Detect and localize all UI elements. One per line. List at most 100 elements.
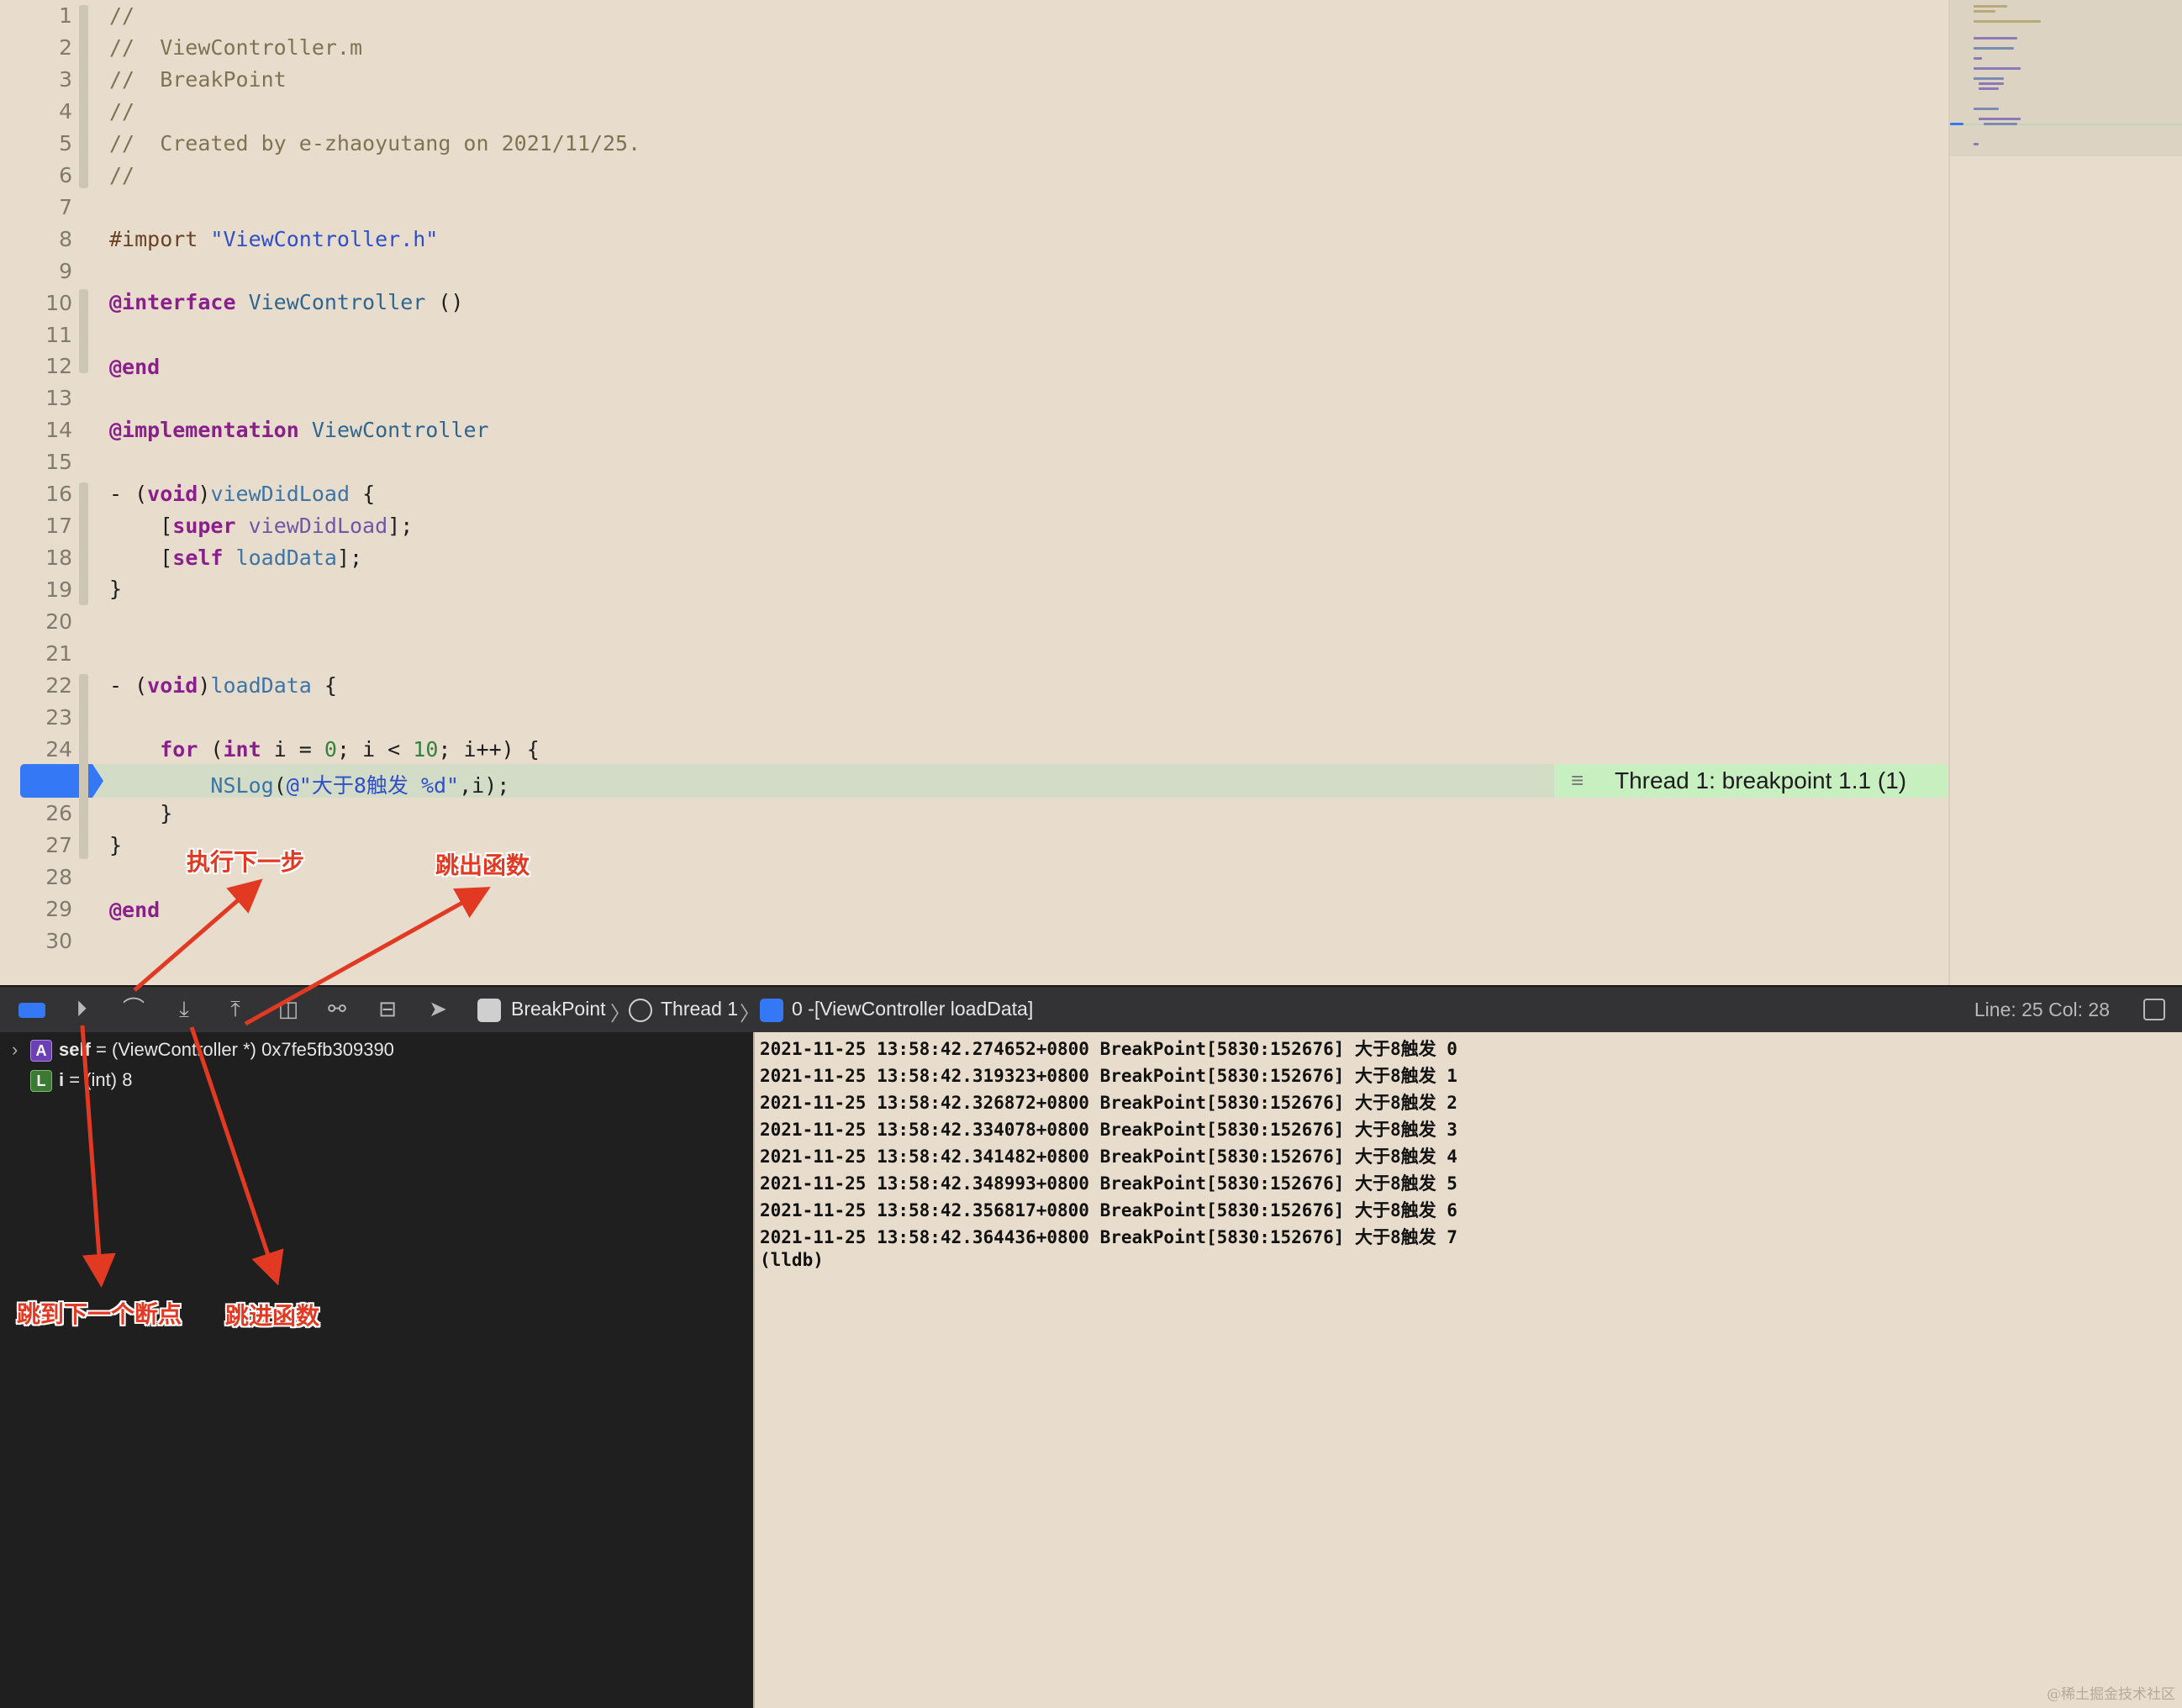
line-number[interactable]: 9 [0,259,72,283]
fold-ribbon[interactable] [79,482,88,605]
debug-console[interactable]: 2021-11-25 13:58:42.274652+0800 BreakPoi… [753,1032,2182,1708]
annotation-continue: 跳到下一个断点 [17,1301,182,1327]
code-line-4[interactable]: // [109,99,134,124]
code-line-2[interactable]: // ViewController.m [109,35,362,60]
code-line-25[interactable]: NSLog(@"大于8触发 %d",i); [109,769,509,799]
code-line-16[interactable]: - (void)viewDidLoad { [109,482,375,506]
line-number[interactable]: 24 [0,737,72,762]
minimap[interactable] [1948,0,2182,985]
console-line: 2021-11-25 13:58:42.326872+0800 BreakPoi… [760,1093,1457,1113]
variable-row-self[interactable]: › Aself = (ViewController *) 0x7fe5fb3093… [12,1039,394,1062]
line-number[interactable]: 3 [0,67,72,92]
console-line: 2021-11-25 13:58:42.348993+0800 BreakPoi… [760,1173,1457,1194]
code-line-26[interactable]: } [109,801,172,825]
variable-value: = (ViewController *) 0x7fe5fb309390 [96,1039,394,1060]
keyword: void [147,482,198,506]
code-text: ; i++) { [438,737,540,762]
line-number[interactable]: 20 [0,609,72,634]
line-number[interactable]: 12 [0,354,72,378]
variables-view[interactable]: › Aself = (ViewController *) 0x7fe5fb3093… [0,1032,753,1708]
variable-name: i [59,1069,65,1090]
line-number[interactable]: 28 [0,865,72,889]
code-line-17[interactable]: [super viewDidLoad]; [109,514,413,538]
line-number[interactable]: 15 [0,450,72,474]
code-text: () [425,290,464,314]
variable-row-i[interactable]: Li = (int) 8 [12,1069,132,1093]
step-out-icon[interactable]: ⤒ [223,997,248,1022]
thread-badge-label: Thread 1: breakpoint 1.1 (1) [1615,767,1907,793]
keyword: @implementation [109,418,299,442]
code-text: ]; [336,546,363,570]
line-number[interactable]: 30 [0,929,72,953]
line-number[interactable]: 8 [0,227,72,251]
fold-ribbon[interactable] [79,674,88,859]
line-number[interactable]: 11 [0,323,72,347]
code-line-27[interactable]: } [109,833,122,857]
fold-ribbon[interactable] [79,5,88,188]
code-line-8[interactable]: #import "ViewController.h" [109,227,438,251]
line-number[interactable]: 2 [0,35,72,60]
line-number[interactable]: 13 [0,386,72,410]
memory-graph-icon[interactable]: ⚯ [324,997,350,1022]
line-number[interactable]: 21 [0,641,72,666]
continue-icon[interactable]: ⏵ [69,997,94,1022]
code-text: ,i); [459,773,510,798]
import-file: "ViewController.h" [210,227,439,251]
code-line-18[interactable]: [self loadData]; [109,546,362,570]
minimap-line [1979,87,1999,90]
line-number[interactable]: 18 [0,546,72,570]
view-hierarchy-icon[interactable]: ◫ [276,997,301,1022]
code-line-10[interactable]: @interface ViewController () [109,290,463,314]
line-number[interactable]: 17 [0,514,72,538]
method-name: loadData [235,546,337,570]
code-line-29[interactable]: @end [109,898,160,922]
environment-overrides-icon[interactable]: ⊟ [375,997,400,1022]
stack-frame-icon [760,999,783,1022]
line-number[interactable]: 4 [0,99,72,124]
simulate-location-icon[interactable]: ➤ [425,997,451,1022]
line-number[interactable]: 7 [0,195,72,219]
breadcrumb-frame[interactable]: 0 -[ViewController loadData] [792,998,1033,1020]
line-number[interactable]: 29 [0,897,72,921]
line-number[interactable]: 19 [0,577,72,602]
line-number[interactable]: 23 [0,705,72,730]
toggle-panel-icon[interactable] [2143,999,2165,1020]
lldb-prompt[interactable]: (lldb) [760,1250,824,1270]
code-text: i = [261,737,324,762]
line-number[interactable]: 14 [0,418,72,442]
step-over-icon[interactable]: ⌒ [121,997,146,1022]
step-into-icon[interactable]: ⤓ [171,997,197,1022]
breadcrumb-target[interactable]: BreakPoint [511,998,606,1020]
line-number[interactable]: 10 [0,291,72,315]
code-text: - ( [109,673,148,698]
fold-ribbon[interactable] [79,289,88,373]
thread-breakpoint-badge[interactable]: ≡ Thread 1: breakpoint 1.1 (1) [1554,764,1948,798]
source-editor[interactable]: 1 2 3 4 5 6 7 8 9 10 11 12 13 14 15 16 17 18 19 20 21 22 23 24 2… [0,0,1948,985]
console-line: 2021-11-25 13:58:42.274652+0800 BreakPoi… [760,1039,1457,1059]
line-number[interactable]: 5 [0,131,72,156]
class-name: ViewController [248,290,426,314]
code-line-19[interactable]: } [109,577,122,601]
code-line-22[interactable]: - (void)loadData { [109,673,337,698]
code-text: - ( [109,482,148,506]
code-line-12[interactable]: @end [109,355,160,379]
line-number[interactable]: 1 [0,3,72,28]
code-line-5[interactable]: // Created by e-zhaoyutang on 2021/11/25… [109,131,640,156]
breadcrumb-thread[interactable]: Thread 1 [661,998,738,1020]
line-number[interactable]: 26 [0,801,72,825]
line-number[interactable]: 22 [0,673,72,698]
line-number[interactable]: 27 [0,833,72,857]
method-name: viewDidLoad [210,482,350,506]
code-line-6[interactable]: // [109,163,134,187]
disclosure-chevron-icon[interactable]: › [12,1039,30,1061]
code-line-14[interactable]: @implementation ViewController [109,418,489,442]
breakpoints-toggle-icon[interactable] [18,1003,45,1018]
code-line-3[interactable]: // BreakPoint [109,67,287,92]
line-number[interactable]: 6 [0,163,72,187]
variable-type-badge: A [30,1040,52,1062]
line-number[interactable]: 16 [0,482,72,506]
code-line-1[interactable]: // [109,3,134,28]
code-line-24[interactable]: for (int i = 0; i < 10; i++) { [109,737,540,762]
